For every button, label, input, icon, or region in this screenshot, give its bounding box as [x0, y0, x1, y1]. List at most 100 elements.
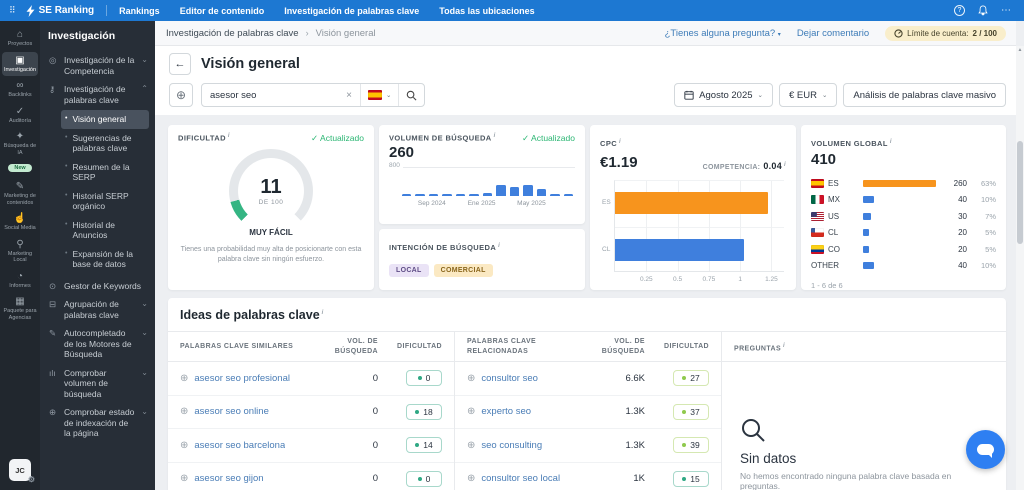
- bulk-analysis-button[interactable]: Análisis de palabras clave masivo: [843, 83, 1006, 107]
- rail-item-investigacion[interactable]: ▣ Investigación: [2, 51, 38, 76]
- period-selector[interactable]: Agosto 2025 ⌄: [674, 83, 773, 107]
- submenu-expansion-base-datos[interactable]: • Expansión de la base de datos: [61, 245, 149, 274]
- leave-feedback-link[interactable]: Dejar comentario: [797, 28, 869, 39]
- volume-ymax-label: 800: [389, 162, 403, 169]
- search-volume-card: VOLUMEN DE BÚSQUEDA i ✓ Actualizado 260 8…: [379, 125, 585, 224]
- sidebar-item-agrupacion[interactable]: ⊟ Agrupación de palabras clave ⌄: [48, 295, 149, 324]
- keyword-link[interactable]: seo consulting: [481, 440, 542, 451]
- clear-search-icon[interactable]: ×: [346, 90, 352, 101]
- submenu-resumen-serp[interactable]: • Resumen de la SERP: [61, 158, 149, 187]
- col-header-similar-keywords[interactable]: PALABRAS CLAVE SIMILARES: [180, 342, 320, 351]
- col-header-volume[interactable]: VOL. DE BÚSQUEDA: [320, 337, 378, 355]
- add-keyword-icon[interactable]: ⊕: [467, 373, 475, 384]
- chevron-down-icon: ⌄: [141, 367, 148, 377]
- volume-bar: [469, 193, 479, 196]
- sidebar-item-comprobar-volumen[interactable]: ılı Comprobar volumen de búsqueda ⌄: [48, 364, 149, 404]
- info-icon[interactable]: i: [890, 139, 892, 145]
- submenu-sugerencias[interactable]: • Sugerencias de palabras clave: [61, 129, 149, 158]
- topnav-all-locations[interactable]: Todas las ubicaciones: [439, 6, 534, 16]
- back-button[interactable]: ←: [169, 53, 191, 75]
- keyword-search-input[interactable]: asesor seo ×: [202, 84, 360, 106]
- country-selector[interactable]: ⌄: [360, 84, 398, 106]
- scrollbar-thumb[interactable]: [1017, 141, 1023, 244]
- rail-item-proyectos[interactable]: ⌂ Proyectos: [2, 26, 38, 51]
- add-keyword-icon[interactable]: ⊕: [180, 440, 188, 451]
- keyword-link[interactable]: asesor seo gijon: [194, 473, 263, 484]
- global-volume-bar: [863, 196, 875, 204]
- rail-item-marketing-local[interactable]: ⚲ Marketing Local: [2, 236, 38, 267]
- topnav-content-editor[interactable]: Editor de contenido: [180, 6, 265, 16]
- add-keyword-icon[interactable]: ⊕: [180, 406, 188, 417]
- search-submit-button[interactable]: [398, 84, 424, 106]
- info-icon[interactable]: i: [494, 133, 496, 139]
- live-chat-button[interactable]: [966, 430, 1005, 469]
- add-keyword-icon[interactable]: ⊕: [467, 473, 475, 484]
- brand-logo[interactable]: SE Ranking: [26, 4, 94, 17]
- info-icon[interactable]: i: [619, 139, 621, 145]
- any-questions-link[interactable]: ¿Tienes alguna pregunta? ▾: [665, 28, 781, 39]
- volume-bar: [509, 187, 520, 196]
- submenu-historial-serp[interactable]: • Historial SERP orgánico: [61, 187, 149, 216]
- more-menu-icon[interactable]: ⋯: [1001, 5, 1012, 16]
- info-icon[interactable]: i: [784, 162, 786, 168]
- col-header-difficulty[interactable]: DIFICULTAD: [645, 343, 709, 350]
- table-row: ⊕ consultor seo local 1K 15: [455, 463, 721, 490]
- topbar-divider: [106, 5, 108, 16]
- account-limit-badge[interactable]: Límite de cuenta: 2 / 100: [885, 25, 1006, 41]
- volume-bar: [442, 194, 452, 196]
- col-header-difficulty[interactable]: DIFICULTAD: [378, 343, 442, 350]
- add-keyword-icon[interactable]: ⊕: [467, 440, 475, 451]
- top-bar: ⠿ SE Ranking Rankings Editor de contenid…: [0, 0, 1024, 21]
- sidebar-item-autocompletado[interactable]: ✎ Autocompletado de los Motores de Búsqu…: [48, 324, 149, 364]
- help-icon[interactable]: ?: [954, 5, 965, 16]
- keyword-link[interactable]: consultor seo: [481, 373, 538, 384]
- sidebar-item-competencia[interactable]: ◎ Investigación de la Competencia ⌄: [48, 51, 149, 80]
- rail-item-busqueda-ia[interactable]: ✦ Búsqueda de IA New: [2, 128, 38, 177]
- topnav-rankings[interactable]: Rankings: [119, 6, 160, 16]
- info-icon[interactable]: i: [498, 243, 500, 249]
- add-keyword-icon[interactable]: ⊕: [467, 406, 475, 417]
- app-launcher-icon[interactable]: ⠿: [9, 5, 16, 16]
- scroll-up-arrow[interactable]: ▲: [1016, 47, 1024, 53]
- geo-row-es: ES 260 63%: [811, 175, 996, 192]
- rail-item-marketing-contenidos[interactable]: ✎ Marketing de contenidos: [2, 178, 38, 209]
- add-keyword-icon[interactable]: ⊕: [180, 473, 188, 484]
- info-icon[interactable]: i: [322, 310, 324, 316]
- volume-bar: [482, 192, 493, 196]
- search-intent-card: INTENCIÓN DE BÚSQUEDA i LOCAL COMERCIAL: [379, 229, 585, 290]
- sidebar-item-palabras-clave[interactable]: ⚷ Investigación de palabras clave ⌃: [48, 80, 149, 109]
- keyword-link[interactable]: experto seo: [481, 406, 531, 417]
- rail-item-social-media[interactable]: ☝ Social Media: [2, 210, 38, 235]
- window-scrollbar[interactable]: ▲: [1016, 46, 1024, 490]
- add-keyword-button[interactable]: ⊕: [169, 83, 193, 107]
- add-keyword-icon[interactable]: ⊕: [180, 373, 188, 384]
- settings-gear-icon[interactable]: ⚙: [28, 475, 35, 484]
- col-header-volume[interactable]: VOL. DE BÚSQUEDA: [587, 337, 645, 355]
- rail-item-backlinks[interactable]: ∞ Backlinks: [2, 77, 38, 102]
- notifications-bell-icon[interactable]: [978, 5, 988, 16]
- topnav-keyword-research[interactable]: Investigación de palabras clave: [284, 6, 419, 16]
- keyword-link[interactable]: asesor seo profesional: [194, 373, 290, 384]
- rail-item-informes[interactable]: ◔ Informes: [2, 268, 38, 293]
- currency-selector[interactable]: € EUR ⌄: [778, 83, 838, 107]
- submenu-historial-anuncios[interactable]: • Historial de Anuncios: [61, 216, 149, 245]
- submenu-vision-general[interactable]: • Visión general: [61, 110, 149, 129]
- keyword-link[interactable]: asesor seo online: [194, 406, 268, 417]
- keyword-link[interactable]: asesor seo barcelona: [194, 440, 285, 451]
- cpc-label: CPC i: [600, 138, 622, 149]
- rail-item-auditoria[interactable]: ✓ Auditoría: [2, 103, 38, 128]
- info-icon[interactable]: i: [783, 343, 785, 349]
- sidebar-item-gestor-keywords[interactable]: ⊙ Gestor de Keywords: [48, 277, 149, 296]
- breadcrumb-item-keyword-research[interactable]: Investigación de palabras clave: [166, 28, 299, 39]
- rail-item-paquete-agencias[interactable]: ▦ Paquete para Agencias: [2, 293, 38, 324]
- global-volume-pagination: 1 - 6 de 6: [811, 281, 843, 290]
- user-avatar[interactable]: JC ⚙: [9, 459, 35, 484]
- keyword-search-group: asesor seo × ⌄: [201, 83, 426, 107]
- research-sidebar: Investigación ◎ Investigación de la Comp…: [40, 21, 155, 490]
- sidebar-item-comprobar-indexacion[interactable]: ⊕ Comprobar estado de indexación de la p…: [48, 403, 149, 443]
- cpc-x-tick: 1.25: [765, 276, 778, 283]
- global-volume-value: 410: [811, 151, 837, 168]
- info-icon[interactable]: i: [228, 133, 230, 139]
- col-header-related-keywords[interactable]: PALABRAS CLAVE RELACIONADAS: [467, 337, 587, 355]
- keyword-link[interactable]: consultor seo local: [481, 473, 560, 484]
